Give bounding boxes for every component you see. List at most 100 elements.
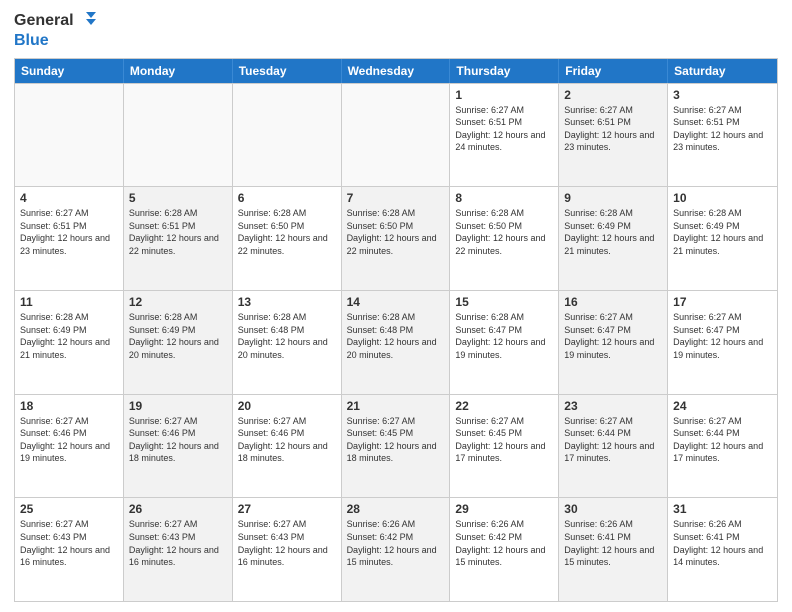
calendar-cell: 3Sunrise: 6:27 AMSunset: 6:51 PMDaylight… — [668, 84, 777, 187]
calendar-cell: 26 Sunrise: 6:27 AMSunset: 6:43 PMDayligh… — [124, 498, 233, 601]
day-number: 5 — [129, 191, 227, 205]
day-number: 31 — [673, 502, 772, 516]
day-info: Sunrise: 6:27 AMSunset: 6:46 PMDaylight:… — [129, 415, 227, 465]
calendar-cell: 22 Sunrise: 6:27 AMSunset: 6:45 PMDayligh… — [450, 395, 559, 498]
day-number: 10 — [673, 191, 772, 205]
day-number: 4 — [20, 191, 118, 205]
calendar: SundayMondayTuesdayWednesdayThursdayFrid… — [14, 58, 778, 602]
calendar-week-1: 4 Sunrise: 6:27 AMSunset: 6:51 PMDaylight… — [15, 186, 777, 290]
calendar-cell: 4 Sunrise: 6:27 AMSunset: 6:51 PMDaylight… — [15, 187, 124, 290]
day-info: Sunrise: 6:27 AMSunset: 6:43 PMDaylight:… — [20, 518, 118, 568]
calendar-cell: 1Sunrise: 6:27 AMSunset: 6:51 PMDaylight… — [450, 84, 559, 187]
day-info: Sunrise: 6:27 AMSunset: 6:43 PMDaylight:… — [129, 518, 227, 568]
day-header-wednesday: Wednesday — [342, 59, 451, 83]
day-header-sunday: Sunday — [15, 59, 124, 83]
day-info: Sunrise: 6:27 AMSunset: 6:46 PMDaylight:… — [238, 415, 336, 465]
day-info: Sunrise: 6:27 AMSunset: 6:44 PMDaylight:… — [564, 415, 662, 465]
day-info: Sunrise: 6:28 AMSunset: 6:49 PMDaylight:… — [129, 311, 227, 361]
calendar-cell: 29 Sunrise: 6:26 AMSunset: 6:42 PMDayligh… — [450, 498, 559, 601]
day-info: Sunrise: 6:28 AMSunset: 6:50 PMDaylight:… — [238, 207, 336, 257]
day-number: 3 — [673, 88, 772, 102]
calendar-cell: 15 Sunrise: 6:28 AMSunset: 6:47 PMDayligh… — [450, 291, 559, 394]
header: General Blue — [14, 10, 778, 50]
day-number: 16 — [564, 295, 662, 309]
calendar-cell: 18 Sunrise: 6:27 AMSunset: 6:46 PMDayligh… — [15, 395, 124, 498]
logo-arrow-icon — [76, 10, 98, 32]
day-number: 24 — [673, 399, 772, 413]
calendar-week-2: 11 Sunrise: 6:28 AMSunset: 6:49 PMDayligh… — [15, 290, 777, 394]
calendar-week-0: 1Sunrise: 6:27 AMSunset: 6:51 PMDaylight… — [15, 83, 777, 187]
calendar-cell: 25 Sunrise: 6:27 AMSunset: 6:43 PMDayligh… — [15, 498, 124, 601]
day-info: Sunrise: 6:27 AMSunset: 6:47 PMDaylight:… — [564, 311, 662, 361]
calendar-cell: 13Sunrise: 6:28 AMSunset: 6:48 PMDayligh… — [233, 291, 342, 394]
day-number: 8 — [455, 191, 553, 205]
day-info: Sunrise: 6:28 AMSunset: 6:48 PMDaylight:… — [347, 311, 445, 361]
day-info: Sunrise: 6:26 AMSunset: 6:42 PMDaylight:… — [455, 518, 553, 568]
calendar-cell: 9Sunrise: 6:28 AMSunset: 6:49 PMDaylight… — [559, 187, 668, 290]
day-number: 26 — [129, 502, 227, 516]
calendar-cell — [342, 84, 451, 187]
calendar-cell: 21 Sunrise: 6:27 AMSunset: 6:45 PMDayligh… — [342, 395, 451, 498]
calendar-cell: 6 Sunrise: 6:28 AMSunset: 6:50 PMDaylight… — [233, 187, 342, 290]
day-info: Sunrise: 6:28 AMSunset: 6:47 PMDaylight:… — [455, 311, 553, 361]
day-number: 25 — [20, 502, 118, 516]
calendar-cell: 10 Sunrise: 6:28 AMSunset: 6:49 PMDayligh… — [668, 187, 777, 290]
day-number: 19 — [129, 399, 227, 413]
calendar-cell: 24 Sunrise: 6:27 AMSunset: 6:44 PMDayligh… — [668, 395, 777, 498]
calendar-cell: 5 Sunrise: 6:28 AMSunset: 6:51 PMDaylight… — [124, 187, 233, 290]
day-header-saturday: Saturday — [668, 59, 777, 83]
calendar-cell: 20Sunrise: 6:27 AMSunset: 6:46 PMDayligh… — [233, 395, 342, 498]
day-header-monday: Monday — [124, 59, 233, 83]
day-info: Sunrise: 6:26 AMSunset: 6:42 PMDaylight:… — [347, 518, 445, 568]
day-number: 7 — [347, 191, 445, 205]
day-info: Sunrise: 6:27 AMSunset: 6:51 PMDaylight:… — [455, 104, 553, 154]
day-number: 29 — [455, 502, 553, 516]
day-number: 27 — [238, 502, 336, 516]
calendar-cell: 30 Sunrise: 6:26 AMSunset: 6:41 PMDayligh… — [559, 498, 668, 601]
day-info: Sunrise: 6:27 AMSunset: 6:47 PMDaylight:… — [673, 311, 772, 361]
day-info: Sunrise: 6:27 AMSunset: 6:51 PMDaylight:… — [564, 104, 662, 154]
day-info: Sunrise: 6:26 AMSunset: 6:41 PMDaylight:… — [564, 518, 662, 568]
day-number: 22 — [455, 399, 553, 413]
page: General Blue SundayMondayTuesdayWednesda… — [0, 0, 792, 612]
day-number: 30 — [564, 502, 662, 516]
calendar-header: SundayMondayTuesdayWednesdayThursdayFrid… — [15, 59, 777, 83]
day-number: 18 — [20, 399, 118, 413]
calendar-cell — [124, 84, 233, 187]
calendar-body: 1Sunrise: 6:27 AMSunset: 6:51 PMDaylight… — [15, 83, 777, 601]
calendar-cell — [233, 84, 342, 187]
calendar-cell: 11Sunrise: 6:28 AMSunset: 6:49 PMDayligh… — [15, 291, 124, 394]
day-number: 28 — [347, 502, 445, 516]
day-number: 11 — [20, 295, 118, 309]
day-info: Sunrise: 6:28 AMSunset: 6:50 PMDaylight:… — [347, 207, 445, 257]
day-number: 23 — [564, 399, 662, 413]
day-info: Sunrise: 6:28 AMSunset: 6:50 PMDaylight:… — [455, 207, 553, 257]
calendar-cell: 23 Sunrise: 6:27 AMSunset: 6:44 PMDayligh… — [559, 395, 668, 498]
day-info: Sunrise: 6:26 AMSunset: 6:41 PMDaylight:… — [673, 518, 772, 568]
day-number: 9 — [564, 191, 662, 205]
calendar-cell: 14 Sunrise: 6:28 AMSunset: 6:48 PMDayligh… — [342, 291, 451, 394]
logo: General Blue — [14, 10, 98, 50]
calendar-week-3: 18 Sunrise: 6:27 AMSunset: 6:46 PMDayligh… — [15, 394, 777, 498]
day-info: Sunrise: 6:27 AMSunset: 6:45 PMDaylight:… — [347, 415, 445, 465]
day-header-thursday: Thursday — [450, 59, 559, 83]
day-number: 14 — [347, 295, 445, 309]
day-info: Sunrise: 6:27 AMSunset: 6:45 PMDaylight:… — [455, 415, 553, 465]
day-number: 2 — [564, 88, 662, 102]
day-number: 15 — [455, 295, 553, 309]
day-info: Sunrise: 6:28 AMSunset: 6:48 PMDaylight:… — [238, 311, 336, 361]
day-info: Sunrise: 6:27 AMSunset: 6:46 PMDaylight:… — [20, 415, 118, 465]
day-header-tuesday: Tuesday — [233, 59, 342, 83]
day-info: Sunrise: 6:28 AMSunset: 6:49 PMDaylight:… — [673, 207, 772, 257]
day-info: Sunrise: 6:28 AMSunset: 6:51 PMDaylight:… — [129, 207, 227, 257]
calendar-cell: 28 Sunrise: 6:26 AMSunset: 6:42 PMDayligh… — [342, 498, 451, 601]
calendar-cell: 27Sunrise: 6:27 AMSunset: 6:43 PMDayligh… — [233, 498, 342, 601]
day-info: Sunrise: 6:27 AMSunset: 6:44 PMDaylight:… — [673, 415, 772, 465]
calendar-cell: 31 Sunrise: 6:26 AMSunset: 6:41 PMDayligh… — [668, 498, 777, 601]
day-info: Sunrise: 6:27 AMSunset: 6:51 PMDaylight:… — [20, 207, 118, 257]
day-number: 6 — [238, 191, 336, 205]
calendar-week-4: 25 Sunrise: 6:27 AMSunset: 6:43 PMDayligh… — [15, 497, 777, 601]
day-number: 21 — [347, 399, 445, 413]
calendar-cell: 12Sunrise: 6:28 AMSunset: 6:49 PMDayligh… — [124, 291, 233, 394]
calendar-cell: 8 Sunrise: 6:28 AMSunset: 6:50 PMDaylight… — [450, 187, 559, 290]
